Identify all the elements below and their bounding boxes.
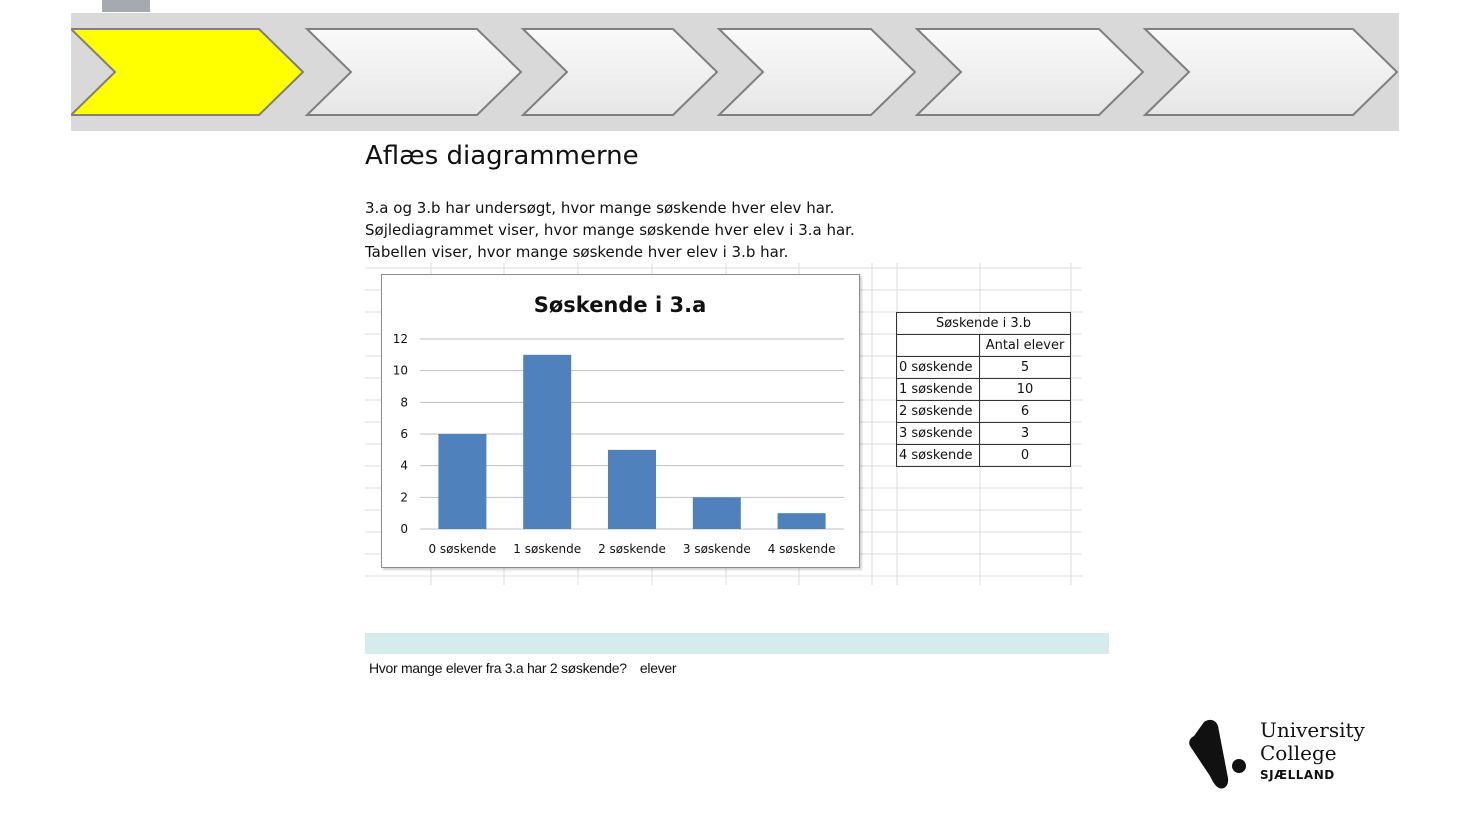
- y-tick-label: 6: [400, 427, 408, 441]
- answer-bar: [365, 633, 1109, 654]
- intro-line-2: Søjlediagrammet viser, hvor mange søsken…: [365, 221, 855, 239]
- bar-chart: Søskende i 3.a 0 2 4 6 8 10 12 0 søskende 1 søske…: [381, 274, 860, 568]
- progress-step-6[interactable]: [1142, 28, 1399, 116]
- progress-step-4[interactable]: [716, 28, 917, 116]
- y-tick-label: 12: [393, 332, 408, 346]
- question: Hvor mange elever fra 3.a har 2 søskende…: [369, 659, 677, 676]
- table-cell-value: 0: [979, 444, 1071, 467]
- progress-strip: [71, 13, 1399, 131]
- table-row: 0 søskende 5: [896, 356, 1071, 379]
- table-row: 1 søskende 10: [896, 378, 1071, 401]
- table-title-row: Søskende i 3.b: [896, 312, 1071, 335]
- slide: Aflæs diagrammerne 3.a og 3.b har unders…: [0, 0, 1470, 827]
- logo-line-1: University: [1260, 718, 1365, 742]
- table-row: 4 søskende 0: [896, 444, 1071, 467]
- bar: [523, 354, 572, 529]
- x-tick-label: 0 søskende: [428, 542, 496, 556]
- progress-step-5[interactable]: [914, 28, 1145, 116]
- logo-line-3: SJÆLLAND: [1260, 768, 1335, 782]
- y-tick-label: 10: [393, 364, 408, 378]
- table-row: 2 søskende 6: [896, 400, 1071, 423]
- table-cell-label: 2 søskende: [896, 400, 980, 423]
- data-table: Søskende i 3.b Antal elever 0 søskende 5…: [896, 312, 1071, 467]
- chart-title: Søskende i 3.a: [534, 293, 707, 317]
- table-header-cell: [896, 334, 980, 357]
- logo-mark-icon: [1189, 719, 1246, 789]
- table-cell-value: 3: [979, 422, 1071, 445]
- table-cell-label: 3 søskende: [896, 422, 980, 445]
- progress-step-2[interactable]: [304, 28, 523, 116]
- y-tick-label: 4: [400, 459, 408, 473]
- university-college-logo: University College SJÆLLAND: [1188, 718, 1378, 794]
- bar: [777, 513, 826, 529]
- x-tick-label: 2 søskende: [598, 542, 666, 556]
- table-header-row: Antal elever: [896, 334, 1071, 357]
- bar: [438, 434, 487, 529]
- bar-chart-svg: Søskende i 3.a 0 2 4 6 8 10 12 0 søskende 1 søske…: [393, 293, 844, 556]
- table-cell-value: 5: [979, 356, 1071, 379]
- x-tick-label: 1 søskende: [513, 542, 581, 556]
- x-tick-label: 4 søskende: [768, 542, 836, 556]
- intro-line-3: Tabellen viser, hvor mange søskende hver…: [365, 243, 789, 261]
- x-tick-label: 3 søskende: [683, 542, 751, 556]
- progress-step-3[interactable]: [520, 28, 719, 116]
- bar: [692, 497, 741, 529]
- intro-line-1: 3.a og 3.b har undersøgt, hvor mange søs…: [365, 199, 835, 217]
- bar: [608, 449, 656, 529]
- table-cell-value: 10: [979, 378, 1071, 401]
- logo-text: University College SJÆLLAND: [1260, 718, 1365, 783]
- y-tick-label: 8: [400, 395, 408, 409]
- table-title: Søskende i 3.b: [896, 312, 1071, 335]
- y-tick-label: 2: [400, 490, 408, 504]
- logo-line-2: College: [1260, 741, 1337, 765]
- answer-unit: elever: [639, 660, 677, 676]
- progress-step-1[interactable]: [71, 28, 305, 116]
- table-cell-label: 4 søskende: [896, 444, 980, 467]
- answer-input[interactable]: [630, 659, 636, 673]
- y-tick-label: 0: [400, 522, 408, 536]
- table-cell-label: 1 søskende: [896, 378, 980, 401]
- table-cell-value: 6: [979, 400, 1071, 423]
- progress-chevrons: [71, 28, 1399, 116]
- question-text: Hvor mange elever fra 3.a har 2 søskende…: [369, 660, 627, 676]
- table-header-cell: Antal elever: [979, 334, 1071, 357]
- table-cell-label: 0 søskende: [896, 356, 980, 379]
- table-row: 3 søskende 3: [896, 422, 1071, 445]
- page-title: Aflæs diagrammerne: [365, 141, 639, 171]
- top-tab: [102, 0, 150, 12]
